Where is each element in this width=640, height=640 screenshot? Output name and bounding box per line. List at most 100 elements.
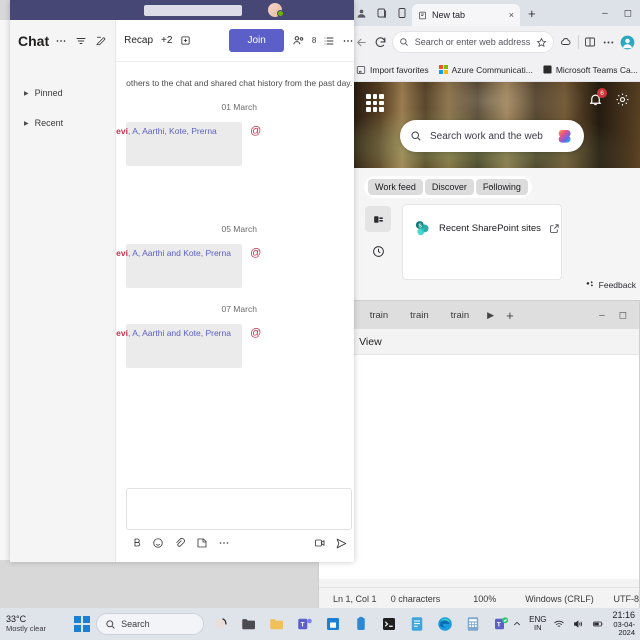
show-hidden-icons-icon[interactable] bbox=[512, 619, 522, 629]
maximize-icon[interactable]: ◻ bbox=[624, 8, 632, 19]
conversation-header-actions: 8 bbox=[292, 34, 354, 47]
search-work-and-web-input[interactable]: Search work and the web bbox=[400, 120, 584, 152]
close-icon[interactable]: × bbox=[509, 10, 514, 20]
notepad-text-area[interactable] bbox=[319, 355, 639, 579]
message-list[interactable]: others to the chat and shared chat histo… bbox=[116, 62, 354, 488]
bookmark-microsoft-teams-ca[interactable]: Microsoft Teams Ca... bbox=[543, 65, 638, 75]
battery-icon[interactable] bbox=[591, 618, 605, 630]
feedback-button[interactable]: Feedback bbox=[585, 280, 636, 290]
search-input[interactable]: Search bbox=[96, 613, 205, 635]
recent-sharepoint-sites-card[interactable]: S Recent SharePoint sites bbox=[402, 204, 562, 280]
new-tab-button[interactable]: + bbox=[520, 6, 544, 21]
maximize-icon[interactable]: ◻ bbox=[619, 310, 627, 321]
status-line-ending[interactable]: Windows (CRLF) bbox=[511, 594, 599, 604]
browser-tab[interactable]: New tab × bbox=[412, 4, 520, 26]
message-input[interactable] bbox=[126, 488, 353, 530]
tab-discover[interactable]: Discover bbox=[424, 179, 474, 195]
weather-widget[interactable]: 33°C Mostly clear bbox=[0, 614, 74, 632]
feed-icon[interactable] bbox=[365, 206, 391, 232]
edge-browser-window[interactable]: New tab × + – ◻ Search or enter web addr… bbox=[350, 0, 640, 300]
address-bar[interactable]: Search or enter web address bbox=[391, 31, 555, 53]
sticker-icon[interactable] bbox=[196, 537, 208, 549]
more-options-icon[interactable] bbox=[342, 35, 354, 47]
tab-title: New tab bbox=[432, 10, 466, 20]
notifications-button[interactable]: 6 bbox=[588, 88, 607, 107]
message-bubble[interactable]: evi, A, Aarthi, Kote, Prerna @ bbox=[116, 122, 261, 166]
app-launcher-icon[interactable] bbox=[366, 94, 384, 112]
copilot-icon[interactable] bbox=[556, 127, 574, 145]
file-explorer-icon[interactable] bbox=[238, 613, 260, 635]
taskbar-apps: Search T T bbox=[74, 613, 512, 635]
compose-icon[interactable] bbox=[95, 35, 107, 47]
message-row[interactable]: evi, A, Aarthi and Kote, Prerna @ bbox=[116, 244, 354, 288]
notepad-tab[interactable]: train bbox=[441, 306, 479, 325]
notepad-new-tab-button[interactable]: + bbox=[500, 308, 520, 323]
sidebar-item-pinned[interactable]: ▶ Pinned bbox=[10, 78, 115, 108]
sidebar-item-recent[interactable]: ▶ Recent bbox=[10, 108, 115, 138]
minimize-icon[interactable]: – bbox=[602, 8, 608, 19]
notepad-window[interactable]: ain train train train ▶ + – ◻ Edit View … bbox=[318, 300, 640, 610]
windows-start-icon[interactable] bbox=[74, 616, 91, 632]
attach-icon[interactable] bbox=[174, 537, 186, 549]
office-icon[interactable]: T bbox=[490, 613, 512, 635]
message-row[interactable]: evi, A, Aarthi, Kote, Prerna @ bbox=[116, 122, 354, 166]
menu-view[interactable]: View bbox=[359, 336, 382, 348]
format-icon[interactable] bbox=[130, 537, 142, 549]
status-encoding[interactable]: UTF-8 bbox=[600, 594, 640, 604]
speaker-icon[interactable] bbox=[572, 618, 584, 630]
notepad-tab[interactable]: train bbox=[360, 306, 398, 325]
video-clip-icon[interactable] bbox=[314, 537, 326, 549]
edge-icon[interactable] bbox=[434, 613, 456, 635]
emoji-icon[interactable] bbox=[152, 537, 164, 549]
teams-window[interactable]: Chat ▶ Pinned ▶ Recent Recap +2 Join 8 o… bbox=[10, 0, 354, 562]
teams-search-box[interactable] bbox=[144, 4, 242, 16]
people-icon[interactable] bbox=[292, 34, 305, 47]
bookmark-azure-communication[interactable]: Azure Communicati... bbox=[438, 65, 533, 75]
mention-icon: @ bbox=[250, 125, 262, 137]
open-external-icon[interactable] bbox=[549, 223, 560, 234]
send-icon[interactable] bbox=[335, 537, 348, 550]
bookmark-import-favorites[interactable]: Import favorites bbox=[356, 65, 429, 75]
clock[interactable]: 21:16 03-04-2024 bbox=[612, 610, 635, 636]
tab-collections-icon[interactable] bbox=[372, 7, 392, 19]
vertical-tabs-icon[interactable] bbox=[392, 7, 412, 19]
refresh-icon[interactable] bbox=[373, 32, 386, 52]
tab-recap[interactable]: Recap bbox=[124, 35, 153, 46]
chevron-right-icon[interactable]: ▶ bbox=[481, 310, 500, 321]
add-tab-icon[interactable] bbox=[180, 35, 191, 46]
folder-icon[interactable] bbox=[266, 613, 288, 635]
list-icon[interactable] bbox=[323, 35, 335, 47]
recent-clock-icon[interactable] bbox=[365, 238, 391, 264]
edge-profile-avatar[interactable] bbox=[620, 32, 635, 52]
wifi-icon[interactable] bbox=[553, 618, 565, 630]
join-button[interactable]: Join bbox=[229, 29, 284, 52]
back-arrow-icon[interactable] bbox=[355, 32, 368, 52]
message-bubble[interactable]: evi, A, Aarthi and Kote, Prerna @ bbox=[116, 324, 261, 368]
message-bubble[interactable]: evi, A, Aarthi and Kote, Prerna @ bbox=[116, 244, 261, 288]
notepad-icon[interactable] bbox=[406, 613, 428, 635]
star-icon[interactable] bbox=[536, 37, 547, 48]
page-title: Chat bbox=[18, 33, 50, 49]
more-options-icon[interactable] bbox=[55, 35, 67, 47]
store-icon[interactable] bbox=[322, 613, 344, 635]
feed-more-options-icon[interactable]: ··· bbox=[478, 181, 504, 192]
minimize-icon[interactable]: – bbox=[599, 310, 605, 321]
filter-icon[interactable] bbox=[75, 35, 87, 47]
overflow-tabs-count[interactable]: +2 bbox=[161, 35, 172, 46]
notepad-tab[interactable]: train bbox=[400, 306, 438, 325]
terminal-icon[interactable] bbox=[378, 613, 400, 635]
split-screen-icon[interactable] bbox=[583, 32, 596, 52]
more-options-icon[interactable] bbox=[602, 32, 615, 52]
calculator-icon[interactable] bbox=[462, 613, 484, 635]
language-indicator[interactable]: ENG IN bbox=[529, 616, 546, 632]
more-options-icon[interactable] bbox=[218, 537, 230, 549]
status-zoom-level[interactable]: 100% bbox=[459, 594, 511, 604]
copilot-icon[interactable] bbox=[210, 613, 232, 635]
microsoft-icon bbox=[438, 65, 448, 74]
tab-work-feed[interactable]: Work feed bbox=[368, 179, 423, 195]
message-row[interactable]: evi, A, Aarthi and Kote, Prerna @ bbox=[116, 324, 354, 368]
teams-icon[interactable]: T bbox=[294, 613, 316, 635]
gear-icon[interactable] bbox=[615, 92, 630, 107]
battery-app-icon[interactable] bbox=[350, 613, 372, 635]
copilot-icon[interactable] bbox=[559, 32, 572, 52]
